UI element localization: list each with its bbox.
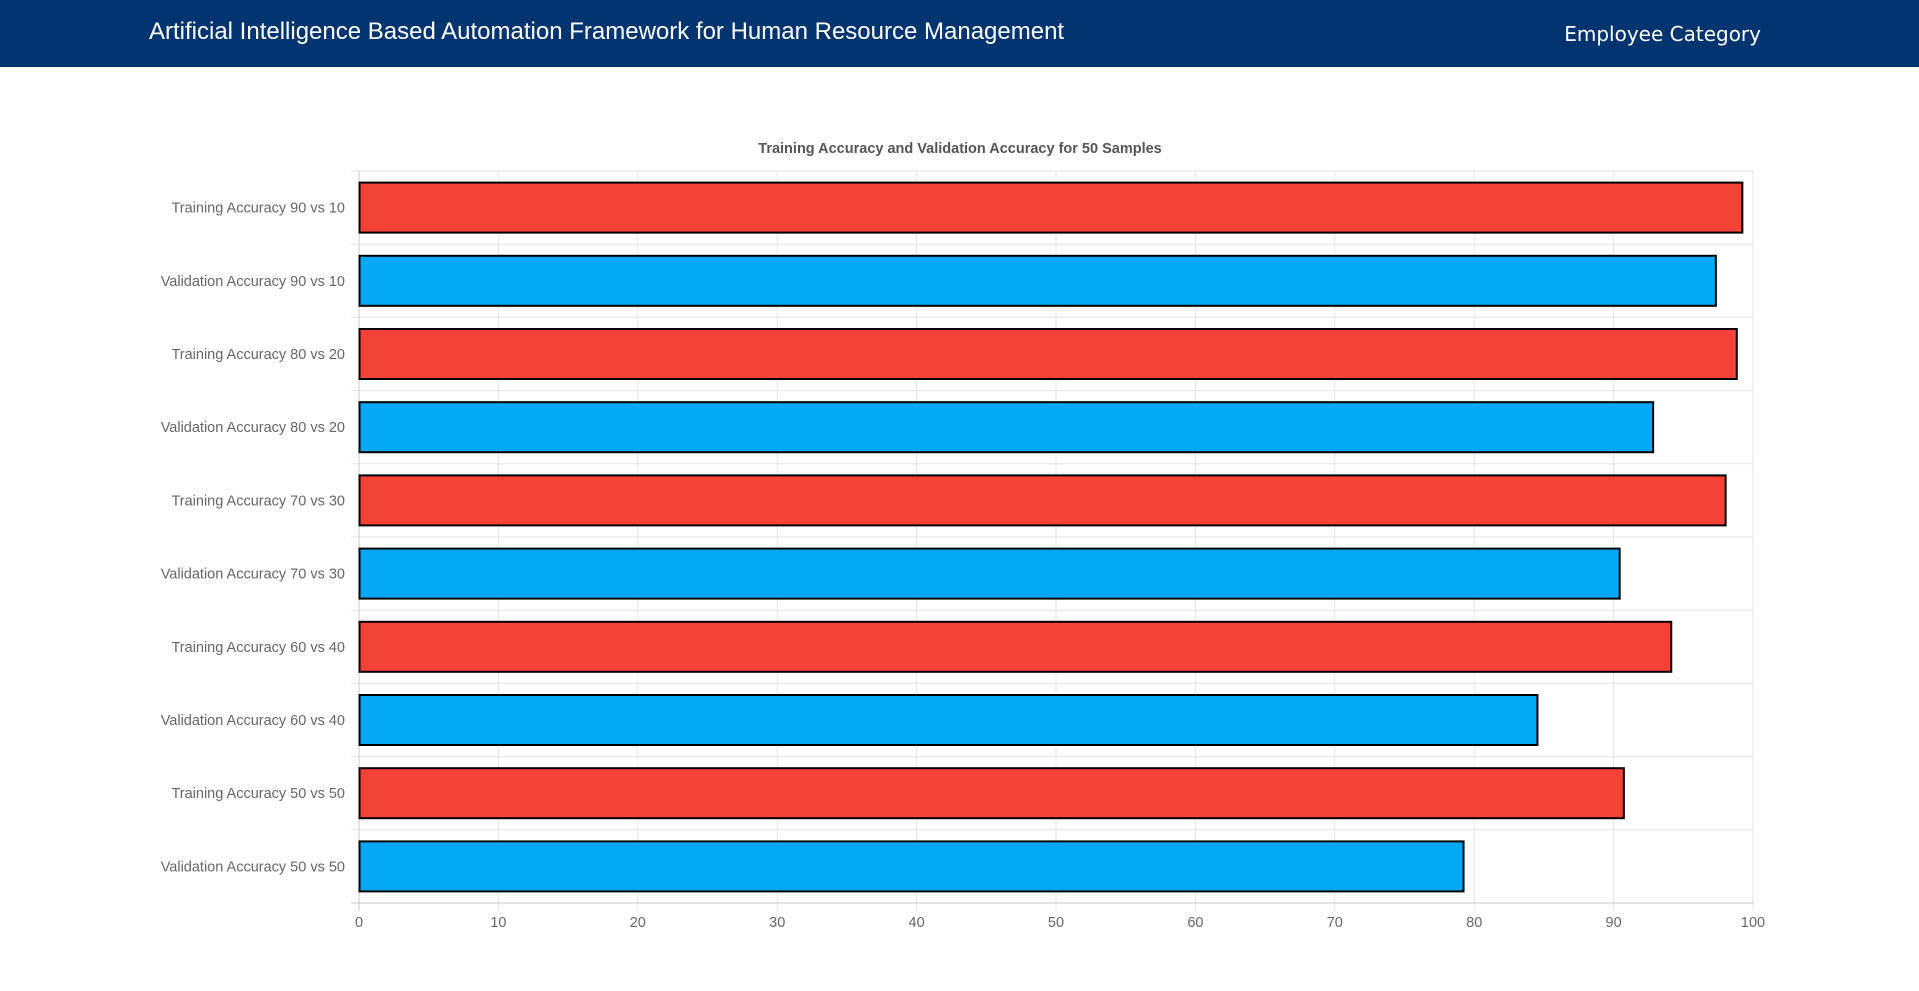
y-tick-label: Validation Accuracy 80 vs 20 <box>161 420 345 436</box>
x-tick-label: 20 <box>630 915 646 931</box>
x-tick-label: 0 <box>355 915 363 931</box>
nav-link-employee-category[interactable]: Employee Category <box>1564 20 1761 48</box>
bar <box>358 328 1738 380</box>
bar <box>358 840 1465 893</box>
y-tick-label: Training Accuracy 90 vs 10 <box>171 201 345 217</box>
bar <box>358 181 1744 234</box>
bar <box>358 474 1727 527</box>
y-tick-label: Validation Accuracy 60 vs 40 <box>161 713 345 729</box>
y-tick-label: Validation Accuracy 70 vs 30 <box>161 567 345 583</box>
bar <box>358 547 1621 600</box>
y-axis-labels: Training Accuracy 90 vs 10 Validation Acc… <box>161 201 345 876</box>
top-navbar: Artificial Intelligence Based Automation… <box>0 0 1919 67</box>
chart-container: Training Accuracy and Validation Accurac… <box>0 67 1919 991</box>
chart-title: Training Accuracy and Validation Accurac… <box>758 141 1161 157</box>
x-tick-label: 70 <box>1327 915 1343 931</box>
x-tick-label: 30 <box>769 915 785 931</box>
x-tick-label: 40 <box>909 915 925 931</box>
bar <box>358 620 1673 673</box>
x-tick-label: 80 <box>1466 915 1482 931</box>
bar <box>358 254 1717 307</box>
bar <box>358 767 1625 820</box>
bar-chart: Training Accuracy and Validation Accurac… <box>161 141 1765 931</box>
y-tick-label: Training Accuracy 50 vs 50 <box>171 786 345 802</box>
x-tick-label: 50 <box>1048 915 1064 931</box>
x-tick-label: 60 <box>1187 915 1203 931</box>
app-title: Artificial Intelligence Based Automation… <box>149 18 1065 45</box>
y-tick-label: Validation Accuracy 90 vs 10 <box>161 274 345 290</box>
y-tick-label: Validation Accuracy 50 vs 50 <box>161 859 345 875</box>
x-tick-label: 100 <box>1741 915 1765 931</box>
x-axis-labels: 0 10 20 30 40 50 60 70 80 90 100 <box>355 915 1765 931</box>
bar <box>358 401 1655 454</box>
y-tick-label: Training Accuracy 60 vs 40 <box>171 640 345 656</box>
y-tick-label: Training Accuracy 80 vs 20 <box>171 347 345 363</box>
x-tick-label: 10 <box>490 915 506 931</box>
y-tick-label: Training Accuracy 70 vs 30 <box>171 493 345 509</box>
x-tick-label: 90 <box>1606 915 1622 931</box>
bar <box>358 694 1539 746</box>
